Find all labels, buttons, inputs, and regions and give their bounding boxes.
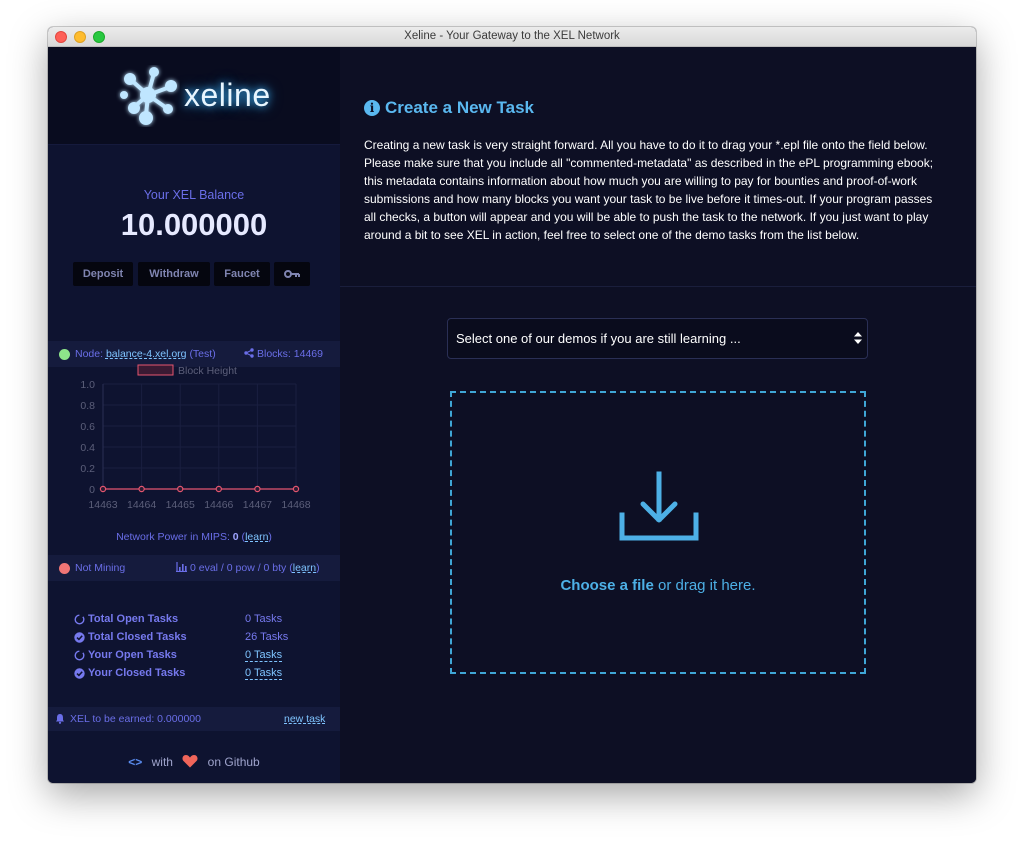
earn-bar: XEL to be earned: 0.000000 new task [48,707,340,731]
info-icon: i [364,100,380,116]
check-circle-icon [74,668,85,679]
your-open-tasks-link[interactable]: 0 Tasks [245,649,283,662]
data-point [254,485,261,493]
check-circle-icon [74,632,85,643]
network-power-learn-link[interactable]: learn [245,531,268,543]
demo-select[interactable]: Select one of our demos if you are still… [447,318,868,359]
x-tick-label: 14465 [166,499,195,511]
blocks-label: Blocks: 14469 [257,348,323,360]
your-closed-tasks-link[interactable]: 0 Tasks [245,667,283,680]
balance-label: Your XEL Balance [143,188,245,202]
data-point [215,485,222,493]
y-tick-label: 0 [89,484,95,496]
chart-svg: Block Height 1.0 0.8 0.6 0.4 0.2 0 14463 14464 14… [80,364,311,511]
mining-stats-text: 0 eval / 0 pow / 0 bty [190,562,287,574]
task-description: Creating a new task is very straight for… [364,138,934,242]
footer-on-github: on Github [207,755,260,769]
mining-learn-link[interactable]: learn [293,562,316,574]
mining-status-dot [59,563,70,574]
task-stat-label: Your Open Tasks [88,649,177,661]
x-tick-label: 14464 [127,499,156,511]
y-tick-label: 0.4 [80,442,95,454]
select-arrows-icon [854,332,862,344]
app-window: Xeline - Your Gateway to the XEL Network [48,27,976,783]
data-point [292,485,300,493]
block-height-chart: Block Height 1.0 0.8 0.6 0.4 0.2 0 14463 14464 14… [48,363,340,533]
node-status-dot [59,349,70,360]
demo-select-value: Select one of our demos if you are still… [456,331,741,346]
network-power-value: 0 [232,531,239,543]
task-stat-value: 26 Tasks [245,631,289,643]
footer-with: with [151,755,173,769]
circle-outline-icon [74,650,85,661]
section-title-text: Create a New Task [385,98,534,117]
logo: xeline [48,47,340,145]
blocks-info: Blocks: 14469 [244,348,323,360]
y-tick-label: 0.6 [80,421,95,433]
x-tick-label: 14467 [243,499,272,511]
task-stat-label: Total Open Tasks [88,613,179,625]
deposit-button[interactable]: Deposit [73,262,133,286]
task-stat-value: 0 Tasks [245,613,283,625]
key-icon [284,270,300,279]
data-point [138,485,145,493]
heart-icon [182,755,198,768]
main-content: i Create a New Task Creating a new task i… [340,47,976,783]
faucet-button[interactable]: Faucet [214,262,270,286]
mining-status: Not Mining [75,562,126,574]
mining-info-bar: Not Mining 0 eval / 0 pow / 0 bty (learn… [48,555,340,581]
network-power-label: Network Power in MIPS: [116,531,230,543]
network-power: Network Power in MIPS: 0 (learn) [116,531,272,543]
data-point [176,485,184,493]
node-network: (Test) [189,348,216,360]
task-stat-label: Total Closed Tasks [88,631,187,643]
y-tick-label: 0.8 [80,400,95,412]
node-prefix: Node: [75,348,104,360]
download-icon [619,471,699,541]
x-tick-label: 14466 [204,499,233,511]
data-point [99,485,107,493]
key-button[interactable] [274,262,310,286]
withdraw-button[interactable]: Withdraw [138,262,210,286]
mining-stats: 0 eval / 0 pow / 0 bty (learn) [176,562,320,574]
bar-chart-icon [176,562,187,573]
divider [340,286,976,287]
window-title: Xeline - Your Gateway to the XEL Network [404,30,620,42]
title-bar: Xeline - Your Gateway to the XEL Network [48,27,976,47]
x-tick-label: 14463 [88,499,117,511]
bell-icon [56,714,64,724]
code-icon: <> [128,755,143,769]
y-tick-label: 0.2 [80,463,95,475]
drag-hint: or drag it here. [653,577,756,594]
xeline-logo-icon [120,67,177,125]
github-footer[interactable]: <> with on Github [48,754,340,769]
x-tick-label: 14468 [281,499,310,511]
balance-value: 10.000000 [120,207,268,242]
legend-label: Block Height [178,365,237,377]
y-tick-label: 1.0 [80,379,95,391]
file-dropzone[interactable]: Choose a file or drag it here. [450,391,866,674]
node-host-link[interactable]: balance-4.xel.org [106,348,187,360]
sidebar: xeline Your XEL Balance 10.000000 Deposi… [48,47,340,783]
section-title: i Create a New Task [364,98,534,118]
node-info: Node: balance-4.xel.org (Test) [75,348,216,360]
earn-label: XEL to be earned: 0.000000 [70,713,201,725]
logo-text: xeline [184,77,271,113]
share-icon [244,348,254,358]
circle-outline-icon [74,614,85,625]
task-stat-label: Your Closed Tasks [88,667,186,679]
choose-file-link[interactable]: Choose a file [560,577,653,594]
legend-swatch [137,364,174,376]
new-task-link[interactable]: new task [284,713,325,725]
dropzone-text: Choose a file or drag it here. [452,577,864,594]
